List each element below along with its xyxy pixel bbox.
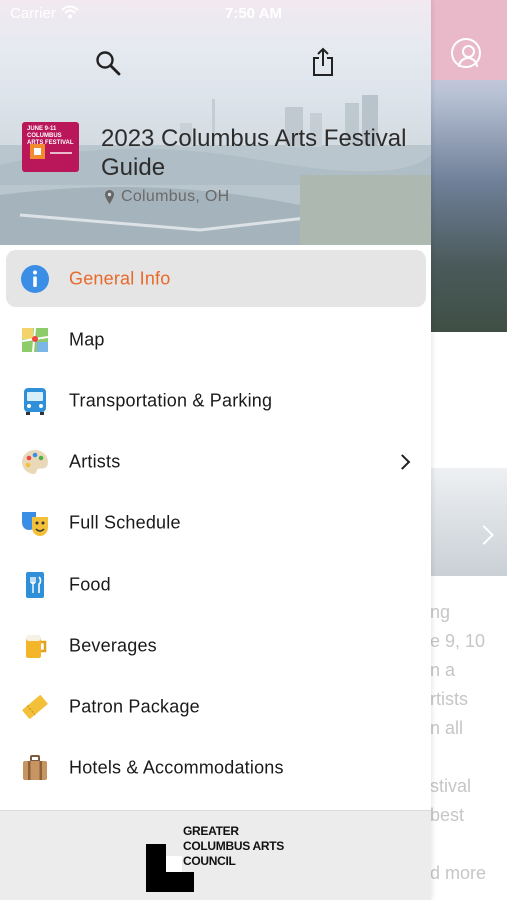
- menu-item-label: Full Schedule: [69, 512, 181, 533]
- menu-item-hotels[interactable]: Hotels & Accommodations: [0, 738, 431, 799]
- palette-icon: [22, 450, 48, 475]
- drawer-header: Carrier 7:50 AM JUNE 9-11 COLUMBUS ARTS …: [0, 0, 431, 245]
- background-top-bar: [431, 0, 507, 80]
- footer-sponsor: GREATER COLUMBUS ARTS COUNCIL: [0, 810, 431, 900]
- arts-council-logo-text: GREATER COLUMBUS ARTS COUNCIL: [183, 824, 284, 868]
- carrier-label: Carrier: [10, 5, 56, 22]
- menu-item-beverages[interactable]: Beverages: [0, 615, 431, 676]
- menu-item-artists[interactable]: Artists: [0, 432, 431, 493]
- menu-item-food[interactable]: Food: [0, 554, 431, 615]
- menu-item-label: Food: [69, 574, 111, 595]
- suitcase-icon: [23, 755, 47, 781]
- search-icon[interactable]: [95, 50, 121, 76]
- menu-item-general-info[interactable]: General Info: [0, 248, 431, 309]
- background-card[interactable]: [430, 468, 507, 576]
- menu-item-label: Beverages: [69, 635, 157, 656]
- menu-item-transportation[interactable]: Transportation & Parking: [0, 370, 431, 431]
- menu-item-map[interactable]: Map: [0, 309, 431, 370]
- user-profile-icon[interactable]: [451, 38, 481, 68]
- background-body-text: ng e 9, 10 n a rtists n all stival best …: [430, 602, 487, 883]
- menu-item-label: Patron Package: [69, 696, 200, 717]
- clock-label: 7:50 AM: [225, 5, 282, 22]
- app-title: 2023 Columbus Arts Festival Guide: [101, 125, 407, 181]
- chevron-right-icon: [394, 454, 411, 470]
- info-icon: [21, 264, 49, 293]
- map-icon: [21, 327, 49, 352]
- beer-icon: [26, 634, 47, 658]
- food-icon: [26, 571, 44, 598]
- drawer-menu: General Info Map Transportation & Parkin…: [0, 248, 431, 799]
- location-pin-icon: [105, 190, 114, 204]
- menu-item-label: Map: [69, 329, 105, 350]
- menu-item-label: Artists: [69, 451, 121, 472]
- menu-item-full-schedule[interactable]: Full Schedule: [0, 493, 431, 554]
- share-icon[interactable]: [311, 47, 335, 77]
- ticket-icon: [22, 695, 48, 719]
- menu-item-label: Transportation & Parking: [69, 390, 273, 411]
- menu-item-label: Hotels & Accommodations: [69, 757, 284, 778]
- location-label: Columbus, OH: [121, 188, 230, 205]
- menu-item-label: General Info: [69, 268, 171, 289]
- navigation-drawer: Carrier 7:50 AM JUNE 9-11 COLUMBUS ARTS …: [0, 0, 431, 900]
- theater-masks-icon: [22, 512, 48, 537]
- chevron-right-icon: [474, 525, 494, 545]
- wifi-icon: [61, 5, 79, 19]
- festival-logo: JUNE 9-11 COLUMBUS ARTS FESTIVAL: [22, 122, 79, 172]
- status-bar: Carrier 7:50 AM: [0, 0, 431, 28]
- menu-item-patron-package[interactable]: Patron Package: [0, 676, 431, 737]
- bus-icon: [24, 387, 46, 415]
